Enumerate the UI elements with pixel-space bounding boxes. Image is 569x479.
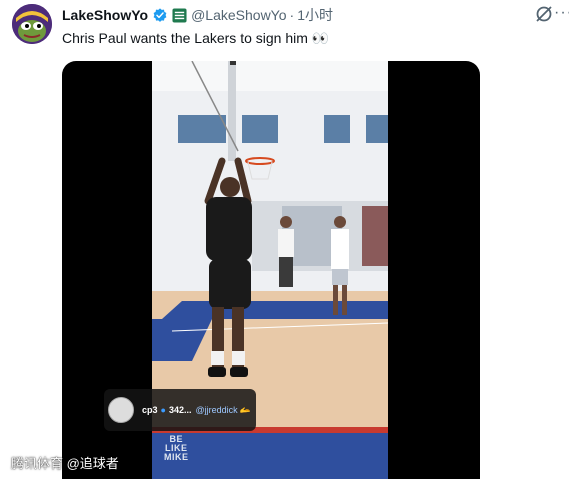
mention-text: @jjreddick	[195, 405, 238, 415]
video-comment-overlay: cp3 ● 342... @jjreddick 🫴	[104, 389, 256, 431]
frog-avatar-icon	[12, 4, 52, 44]
avatar[interactable]	[12, 4, 52, 44]
affiliate-badge-icon	[172, 7, 187, 23]
handle[interactable]: @LakeShowYo	[191, 7, 286, 23]
video-player[interactable]: cp3 ● 342... @jjreddick 🫴 BE LIKE MIKE	[62, 61, 480, 479]
tweet-text: Chris Paul wants the Lakers to sign him …	[62, 30, 330, 46]
source-watermark: 腾讯体育 @追球者	[11, 456, 119, 471]
tweet-header: LakeShowYo @LakeShowYo · 1小时	[62, 6, 333, 24]
timestamp[interactable]: 1小时	[297, 5, 333, 25]
more-icon[interactable]: ···	[554, 3, 569, 23]
separator-dot: ·	[289, 7, 295, 23]
commenter-name: cp3	[142, 405, 158, 415]
verified-badge-icon	[153, 8, 167, 22]
verified-badge-icon: ●	[160, 405, 166, 415]
grok-icon[interactable]	[534, 4, 554, 24]
be-like-mike-logo: BE LIKE MIKE	[164, 435, 189, 462]
comment-count: 342...	[168, 405, 192, 415]
brand-line: MIKE	[164, 452, 189, 462]
display-name[interactable]: LakeShowYo	[62, 7, 148, 23]
commenter-avatar	[108, 397, 134, 423]
emoji: 🫴	[239, 404, 251, 415]
